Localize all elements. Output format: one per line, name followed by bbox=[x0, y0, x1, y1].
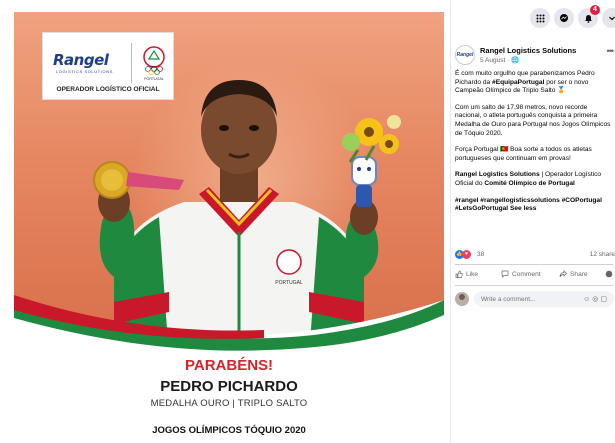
reaction-count[interactable]: 38 bbox=[477, 251, 484, 258]
more-options-icon[interactable]: ••• bbox=[607, 46, 615, 56]
post-paragraph-4: Rangel Logistics Solutions | Operador Lo… bbox=[455, 171, 602, 187]
gif-icon[interactable]: ▢ bbox=[600, 296, 609, 303]
facebook-post-panel: 4 Rangel Rangel Logistics Solutions 5 Au… bbox=[450, 0, 615, 443]
page-name-link[interactable]: Rangel Logistics Solutions bbox=[480, 46, 576, 55]
medal-description: MEDALHA OURO | TRIPLO SALTO bbox=[150, 398, 308, 409]
screen: PORTUGAL Rangel LOGISTICS SOLUTIONS PORT… bbox=[0, 0, 615, 443]
comment-composer: ☺◎▢ bbox=[455, 291, 614, 307]
post-date-text: 5 August · bbox=[480, 57, 512, 64]
share-icon bbox=[559, 270, 567, 278]
hashtag-equipaportugal[interactable]: #EquipaPortugal bbox=[492, 79, 544, 86]
partner-label: PORTUGAL bbox=[144, 77, 164, 81]
comment-icon bbox=[501, 270, 509, 278]
sponsor-logo-box: Rangel LOGISTICS SOLUTIONS PORTUGAL OPER… bbox=[42, 32, 174, 100]
current-user-avatar[interactable] bbox=[455, 292, 469, 306]
olympic-committee-logo-icon: PORTUGAL bbox=[143, 46, 165, 81]
post-paragraph-1: É com muito orgulho que parabenizamos Pe… bbox=[455, 70, 595, 95]
games-title: JOGOS OLÍMPICOS TÓQUIO 2020 bbox=[152, 425, 306, 436]
notification-badge: 4 bbox=[590, 5, 600, 15]
logo-divider bbox=[131, 43, 132, 83]
post-text: É com muito orgulho que parabenizamos Pe… bbox=[455, 70, 613, 222]
love-reaction-icon: ♥ bbox=[462, 250, 471, 259]
divider-top bbox=[455, 264, 613, 265]
reaction-icons[interactable]: 👍 ♥ bbox=[455, 250, 471, 259]
decorative-wave bbox=[14, 295, 444, 360]
account-dropdown-icon[interactable] bbox=[602, 8, 615, 28]
athlete-name: PEDRO PICHARDO bbox=[160, 378, 298, 395]
comment-label: Comment bbox=[512, 270, 541, 278]
rangel-logo: Rangel bbox=[53, 51, 109, 69]
post-header: Rangel Rangel Logistics Solutions 5 Augu… bbox=[455, 42, 615, 68]
rangel-logo-subtitle: LOGISTICS SOLUTIONS bbox=[56, 69, 113, 74]
post-paragraph-3: Força Portugal 🇵🇹 Boa sorte a todos os a… bbox=[455, 146, 592, 162]
audience-icon[interactable] bbox=[605, 270, 613, 278]
post-hashtags: #rangel #rangellogisticssolutions #COPor… bbox=[455, 197, 613, 214]
emoji-icon[interactable]: ☺ bbox=[583, 296, 592, 303]
comment-button[interactable]: Comment bbox=[501, 270, 541, 278]
post-actions: Like Comment Share bbox=[455, 268, 613, 282]
share-label: Share bbox=[570, 270, 588, 278]
congrats-heading: PARABÉNS! bbox=[184, 357, 274, 374]
post-image[interactable]: PORTUGAL Rangel LOGISTICS SOLUTIONS PORT… bbox=[0, 0, 450, 443]
like-icon bbox=[455, 270, 463, 278]
globe-audience-icon bbox=[605, 270, 613, 278]
post-paragraph-2: Com um salto de 17,98 metros, novo recor… bbox=[455, 103, 611, 137]
like-label: Like bbox=[466, 270, 479, 278]
comment-input-icons: ☺◎▢ bbox=[583, 295, 609, 303]
messenger-icon[interactable] bbox=[554, 8, 574, 28]
like-button[interactable]: Like bbox=[455, 270, 478, 278]
globe-icon: 🌐 bbox=[511, 57, 520, 64]
post-date[interactable]: 5 August · 🌐 bbox=[480, 56, 519, 64]
menu-grid-icon[interactable] bbox=[530, 8, 550, 28]
committee-mention[interactable]: Comité Olímpico de Portugal bbox=[484, 180, 575, 187]
page-avatar[interactable]: Rangel bbox=[455, 45, 475, 65]
reactions-bar: 👍 ♥ 38 12 share bbox=[455, 250, 615, 262]
operador-logistico-label: OPERADOR LOGÍSTICO OFICIAL bbox=[56, 86, 160, 93]
share-count[interactable]: 12 share bbox=[590, 251, 615, 258]
top-bar: 4 bbox=[451, 5, 615, 30]
notifications-icon[interactable]: 4 bbox=[578, 5, 600, 28]
see-less-link[interactable]: See less bbox=[510, 205, 536, 212]
page-mention[interactable]: Rangel Logistics Solutions bbox=[455, 171, 540, 178]
share-button[interactable]: Share bbox=[559, 270, 588, 278]
divider-bottom bbox=[455, 285, 613, 286]
